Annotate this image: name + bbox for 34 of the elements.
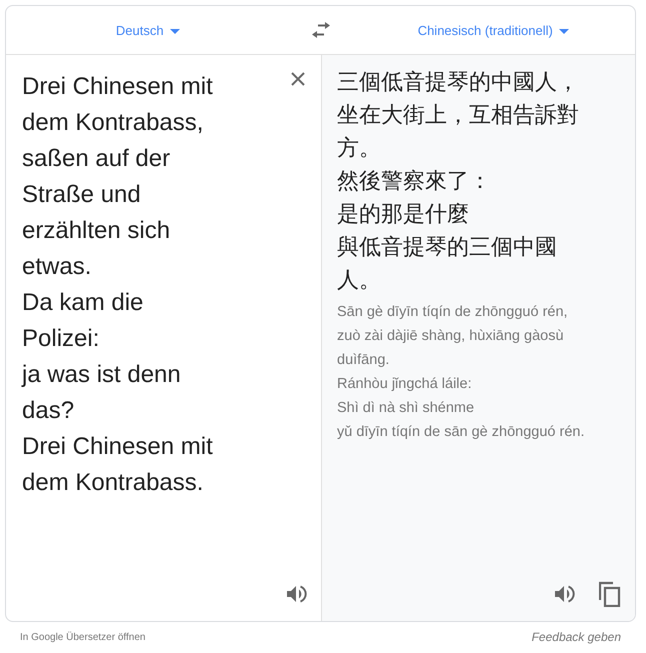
translation-text-line: 方。	[337, 134, 381, 162]
speaker-icon[interactable]	[553, 584, 575, 604]
romanization-line: yǔ dīyīn tíqín de sān gè zhōngguó rén.	[337, 423, 584, 442]
source-text-line: erzählten sich	[22, 216, 170, 246]
open-in-translator-link[interactable]: In Google Übersetzer öffnen	[20, 632, 146, 642]
source-text-line: saßen auf der	[22, 144, 170, 174]
feedback-link[interactable]: Feedback geben	[532, 630, 621, 644]
source-text-line: Drei Chinesen mit	[22, 72, 213, 102]
copy-icon[interactable]	[599, 581, 621, 607]
source-text-line: etwas.	[22, 252, 92, 282]
source-text-line: ja was ist denn	[22, 360, 181, 390]
source-language-selector[interactable]: Deutsch	[6, 22, 290, 38]
source-text-line: Da kam die	[22, 288, 144, 318]
translation-text-line: 人。	[337, 266, 381, 294]
romanization-line: zuò zài dàjiē shàng, hùxiāng gàosù	[337, 327, 564, 346]
source-text-line: dem Kontrabass,	[22, 108, 204, 138]
source-text-line: das?	[22, 396, 74, 426]
swap-icon[interactable]	[310, 22, 332, 38]
romanization-line: duìfāng.	[337, 351, 390, 370]
source-text-line: Polizei:	[22, 324, 100, 354]
translation-text-line: 三個低音提琴的中國人，	[337, 68, 579, 96]
speaker-icon[interactable]	[285, 584, 307, 604]
source-text-line: dem Kontrabass.	[22, 468, 204, 498]
romanization-line: Ránhòu jǐngchá láile:	[337, 375, 472, 394]
translation-text-line: 然後警察來了：	[337, 167, 491, 195]
source-text-line: Straße und	[22, 180, 141, 210]
close-icon[interactable]	[290, 71, 306, 87]
translation-text-line: 與低音提琴的三個中國	[337, 233, 557, 261]
romanization-line: Shì dì nà shì shénme	[337, 399, 474, 418]
romanization-line: Sān gè dīyīn tíqín de zhōngguó rén,	[337, 303, 568, 322]
translation-text-line: 坐在大街上，互相告訴對	[337, 101, 579, 129]
translation-text-line: 是的那是什麼	[337, 200, 469, 228]
target-language-selector[interactable]: Chinesisch (traditionell)	[352, 22, 635, 38]
source-text-line: Drei Chinesen mit	[22, 432, 213, 462]
